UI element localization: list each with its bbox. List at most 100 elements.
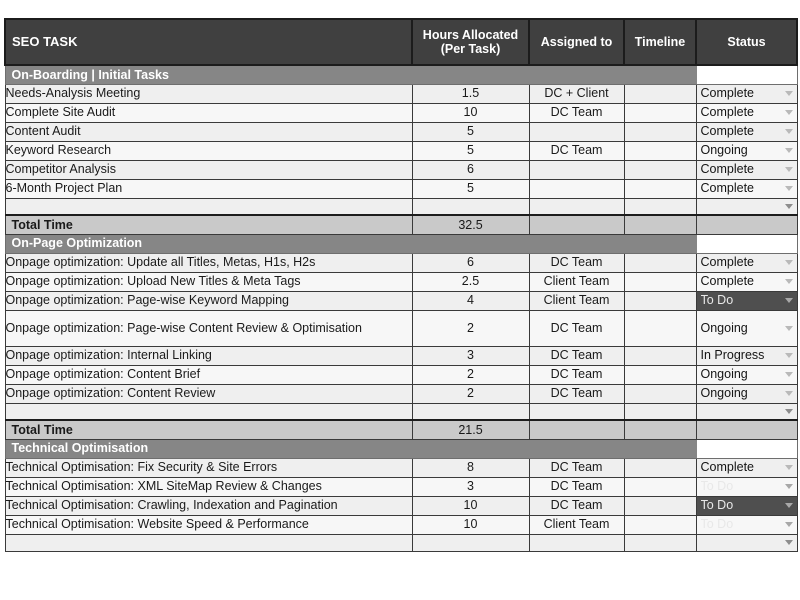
chevron-down-icon[interactable] — [784, 260, 793, 265]
spacer-cell-task[interactable] — [4, 402, 413, 421]
status-cell[interactable]: Ongoing — [695, 383, 798, 404]
chevron-down-icon[interactable] — [784, 298, 793, 303]
chevron-down-icon[interactable] — [784, 540, 793, 545]
assigned-to-cell[interactable] — [528, 121, 625, 142]
task-name-cell[interactable]: Technical Optimisation: Fix Security & S… — [4, 457, 413, 478]
status-cell[interactable] — [695, 533, 798, 552]
spacer-cell-hours[interactable] — [411, 197, 530, 216]
status-cell[interactable] — [695, 197, 798, 216]
status-dropdown[interactable]: Complete — [697, 161, 797, 179]
chevron-down-icon[interactable] — [784, 325, 793, 331]
status-cell[interactable]: Complete — [695, 121, 798, 142]
column-header-assigned[interactable]: Assigned to — [528, 18, 625, 66]
assigned-to-cell[interactable]: DC Team — [528, 140, 625, 161]
spacer-cell-assigned[interactable] — [528, 197, 625, 216]
chevron-down-icon[interactable] — [784, 353, 793, 358]
status-dropdown[interactable]: Complete — [697, 254, 797, 272]
timeline-cell[interactable] — [623, 514, 697, 535]
spacer-cell-hours[interactable] — [411, 402, 530, 421]
hours-allocated-cell[interactable]: 1.5 — [411, 83, 530, 104]
assigned-to-cell[interactable]: DC Team — [528, 495, 625, 516]
chevron-down-icon[interactable] — [784, 91, 793, 96]
chevron-down-icon[interactable] — [784, 391, 793, 396]
chevron-down-icon[interactable] — [784, 408, 793, 414]
timeline-cell[interactable] — [623, 345, 697, 366]
timeline-cell[interactable] — [623, 102, 697, 123]
task-name-cell[interactable]: Onpage optimization: Internal Linking — [4, 345, 413, 366]
column-header-timeline[interactable]: Timeline — [623, 18, 697, 66]
task-name-cell[interactable]: Onpage optimization: Update all Titles, … — [4, 252, 413, 273]
assigned-to-cell[interactable]: Client Team — [528, 290, 625, 311]
status-cell[interactable]: To Do — [695, 476, 798, 497]
task-name-cell[interactable]: Onpage optimization: Page-wise Keyword M… — [4, 290, 413, 311]
chevron-down-icon[interactable] — [784, 148, 793, 153]
chevron-down-icon[interactable] — [784, 129, 793, 134]
task-name-cell[interactable]: Content Audit — [4, 121, 413, 142]
timeline-cell[interactable] — [623, 495, 697, 516]
chevron-down-icon[interactable] — [784, 203, 793, 209]
timeline-cell[interactable] — [623, 290, 697, 311]
status-dropdown[interactable]: Complete — [697, 104, 797, 122]
assigned-to-cell[interactable]: Client Team — [528, 271, 625, 292]
timeline-cell[interactable] — [623, 383, 697, 404]
status-dropdown[interactable] — [697, 199, 797, 215]
hours-allocated-cell[interactable]: 10 — [411, 514, 530, 535]
timeline-cell[interactable] — [623, 83, 697, 104]
assigned-to-cell[interactable]: DC Team — [528, 364, 625, 385]
timeline-cell[interactable] — [623, 140, 697, 161]
assigned-to-cell[interactable]: DC + Client — [528, 83, 625, 104]
task-name-cell[interactable]: Onpage optimization: Page-wise Content R… — [4, 309, 413, 347]
task-name-cell[interactable]: Onpage optimization: Content Brief — [4, 364, 413, 385]
status-cell[interactable]: To Do — [695, 290, 798, 311]
status-cell[interactable]: To Do — [695, 514, 798, 535]
chevron-down-icon[interactable] — [784, 167, 793, 172]
assigned-to-cell[interactable]: DC Team — [528, 457, 625, 478]
spacer-cell-task[interactable] — [4, 197, 413, 216]
column-header-hours[interactable]: Hours Allocated (Per Task) — [411, 18, 530, 66]
timeline-cell[interactable] — [623, 476, 697, 497]
timeline-cell[interactable] — [623, 121, 697, 142]
hours-allocated-cell[interactable]: 4 — [411, 290, 530, 311]
task-name-cell[interactable]: Competitor Analysis — [4, 159, 413, 180]
assigned-to-cell[interactable]: Client Team — [528, 514, 625, 535]
status-cell[interactable]: Complete — [695, 252, 798, 273]
hours-allocated-cell[interactable]: 6 — [411, 159, 530, 180]
status-cell[interactable]: Complete — [695, 271, 798, 292]
assigned-to-cell[interactable] — [528, 159, 625, 180]
timeline-cell[interactable] — [623, 364, 697, 385]
timeline-cell[interactable] — [623, 159, 697, 180]
column-header-task[interactable]: SEO TASK — [4, 18, 413, 66]
chevron-down-icon[interactable] — [784, 503, 793, 508]
hours-allocated-cell[interactable]: 2 — [411, 309, 530, 347]
chevron-down-icon[interactable] — [784, 522, 793, 527]
status-cell[interactable]: In Progress — [695, 345, 798, 366]
chevron-down-icon[interactable] — [784, 186, 793, 191]
status-dropdown[interactable]: Complete — [697, 459, 797, 477]
spacer-cell-timeline[interactable] — [623, 533, 697, 552]
spacer-cell-task[interactable] — [4, 533, 413, 552]
spacer-cell-timeline[interactable] — [623, 402, 697, 421]
status-dropdown[interactable]: To Do — [697, 497, 797, 515]
status-cell[interactable]: To Do — [695, 495, 798, 516]
chevron-down-icon[interactable] — [784, 484, 793, 489]
hours-allocated-cell[interactable]: 3 — [411, 345, 530, 366]
status-dropdown[interactable]: Complete — [697, 180, 797, 198]
task-name-cell[interactable]: Technical Optimisation: Website Speed & … — [4, 514, 413, 535]
column-header-status[interactable]: Status — [695, 18, 798, 66]
timeline-cell[interactable] — [623, 309, 697, 347]
status-cell[interactable]: Complete — [695, 178, 798, 199]
hours-allocated-cell[interactable]: 5 — [411, 140, 530, 161]
task-name-cell[interactable]: Technical Optimisation: XML SiteMap Revi… — [4, 476, 413, 497]
timeline-cell[interactable] — [623, 178, 697, 199]
assigned-to-cell[interactable]: DC Team — [528, 476, 625, 497]
status-cell[interactable]: Complete — [695, 457, 798, 478]
status-cell[interactable]: Complete — [695, 102, 798, 123]
hours-allocated-cell[interactable]: 5 — [411, 178, 530, 199]
spacer-cell-assigned[interactable] — [528, 402, 625, 421]
status-dropdown[interactable] — [697, 535, 797, 551]
chevron-down-icon[interactable] — [784, 372, 793, 377]
timeline-cell[interactable] — [623, 457, 697, 478]
assigned-to-cell[interactable]: DC Team — [528, 345, 625, 366]
assigned-to-cell[interactable]: DC Team — [528, 252, 625, 273]
assigned-to-cell[interactable]: DC Team — [528, 102, 625, 123]
